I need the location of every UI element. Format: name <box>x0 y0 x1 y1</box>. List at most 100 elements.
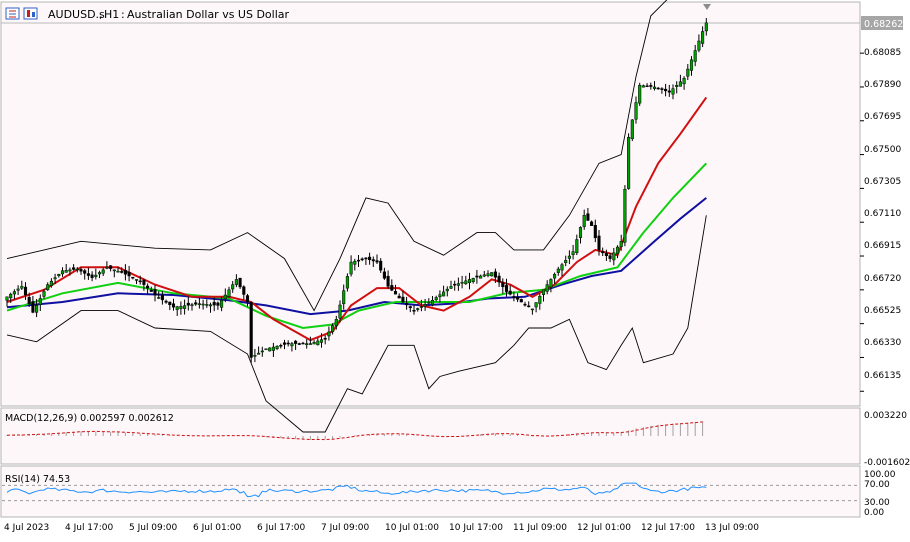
candle-body <box>205 304 209 306</box>
candle-body <box>142 279 146 285</box>
candle-body <box>597 235 601 251</box>
candle-body <box>90 274 94 278</box>
candle-body <box>575 239 579 254</box>
candles-chart-icon[interactable] <box>23 7 38 20</box>
rsi-tick: 70.00 <box>864 480 890 490</box>
candle-body <box>567 255 571 259</box>
price-tick: 0.67110 <box>864 209 901 219</box>
candle-body <box>234 279 238 285</box>
candle-body <box>97 272 102 275</box>
candle-body <box>231 284 235 290</box>
candle-body <box>423 304 427 307</box>
candle <box>623 185 627 247</box>
price-axis[interactable]: 0.68262 0.68085 0.67890 0.67695 0.67500 … <box>861 16 910 518</box>
candle-body <box>60 270 65 275</box>
price-tick: 0.67890 <box>864 80 901 90</box>
candle-body <box>190 304 194 306</box>
candle-body <box>416 308 420 310</box>
candle-body <box>64 270 68 273</box>
candle-body <box>75 268 79 271</box>
candle-body <box>534 302 538 308</box>
candle-body <box>23 286 28 296</box>
candle-body <box>464 280 468 285</box>
candle-body <box>216 302 220 306</box>
candle-body <box>123 270 127 275</box>
candle-body <box>353 260 357 265</box>
bars-chart-icon[interactable] <box>5 7 20 20</box>
candle-body <box>471 278 475 282</box>
candle <box>630 119 634 142</box>
candle-body <box>375 260 379 263</box>
trading-chart-window: AUDUSD.s , H1 : Australian Dollar vs US … <box>0 0 910 538</box>
candle-body <box>630 119 634 140</box>
candle-body <box>645 85 649 88</box>
candle-body <box>208 304 213 307</box>
candle-body <box>168 301 172 305</box>
time-axis[interactable]: 4 Jul 2023 4 Jul 17:00 5 Jul 09:00 6 Jul… <box>4 523 759 533</box>
candle-body <box>512 296 516 298</box>
candle-body <box>301 342 305 345</box>
candle-body <box>279 345 283 347</box>
candle-body <box>379 260 383 271</box>
candle-body <box>697 40 701 51</box>
candle-body <box>364 257 368 260</box>
macd-tick: -0.001602 <box>864 458 910 468</box>
candle-body <box>227 289 231 297</box>
candle-body <box>5 296 9 301</box>
candle-body <box>220 299 224 308</box>
price-tick: 0.67500 <box>864 145 901 155</box>
candle-body <box>331 325 335 332</box>
candle-body <box>545 284 549 292</box>
candle-body <box>101 269 105 274</box>
time-tick: 6 Jul 17:00 <box>257 523 306 533</box>
time-tick: 6 Jul 01:00 <box>193 523 242 533</box>
candle-body <box>327 331 331 337</box>
candle-body <box>12 291 16 295</box>
candle-body <box>442 291 446 297</box>
chart-canvas[interactable]: AUDUSD.s , H1 : Australian Dollar vs US … <box>0 0 910 538</box>
candle-body <box>497 275 501 283</box>
candle-body <box>460 281 464 284</box>
candle-body <box>652 86 657 89</box>
candle-body <box>286 342 290 345</box>
candle-body <box>249 302 253 358</box>
candle-body <box>615 246 620 255</box>
price-tick: 0.66720 <box>864 274 901 284</box>
candle-body <box>638 84 642 104</box>
candle-body <box>68 269 72 272</box>
candle-body <box>704 22 708 32</box>
candle-body <box>312 342 316 345</box>
price-tick: 0.66330 <box>864 338 901 348</box>
candle-body <box>419 306 423 308</box>
candle-body <box>238 277 242 288</box>
candle-body <box>660 88 664 90</box>
candle-body <box>412 310 416 312</box>
candle-body <box>349 261 353 275</box>
candle-body <box>623 189 627 243</box>
candle-body <box>334 319 338 326</box>
candle-body <box>197 303 201 305</box>
candle-body <box>282 342 287 345</box>
candle-body <box>634 102 638 120</box>
candle-body <box>482 274 486 277</box>
candle-body <box>479 275 483 279</box>
candle-body <box>649 85 653 87</box>
candle-body <box>260 350 264 353</box>
candle-body <box>508 290 512 295</box>
candle-body <box>434 297 438 301</box>
candle-body <box>212 301 216 306</box>
candle-body <box>686 68 690 77</box>
candle-body <box>393 291 398 295</box>
candle-body <box>127 271 131 277</box>
candle-body <box>671 88 675 95</box>
candle-body <box>253 355 257 357</box>
candle-body <box>356 259 361 262</box>
candle-body <box>493 271 497 278</box>
price-panel[interactable] <box>0 1 861 407</box>
candle-body <box>160 294 164 301</box>
candle-body <box>675 84 679 87</box>
candle-body <box>656 87 660 90</box>
candle-body <box>453 283 457 286</box>
candle-body <box>323 338 327 340</box>
candle-body <box>94 274 98 277</box>
